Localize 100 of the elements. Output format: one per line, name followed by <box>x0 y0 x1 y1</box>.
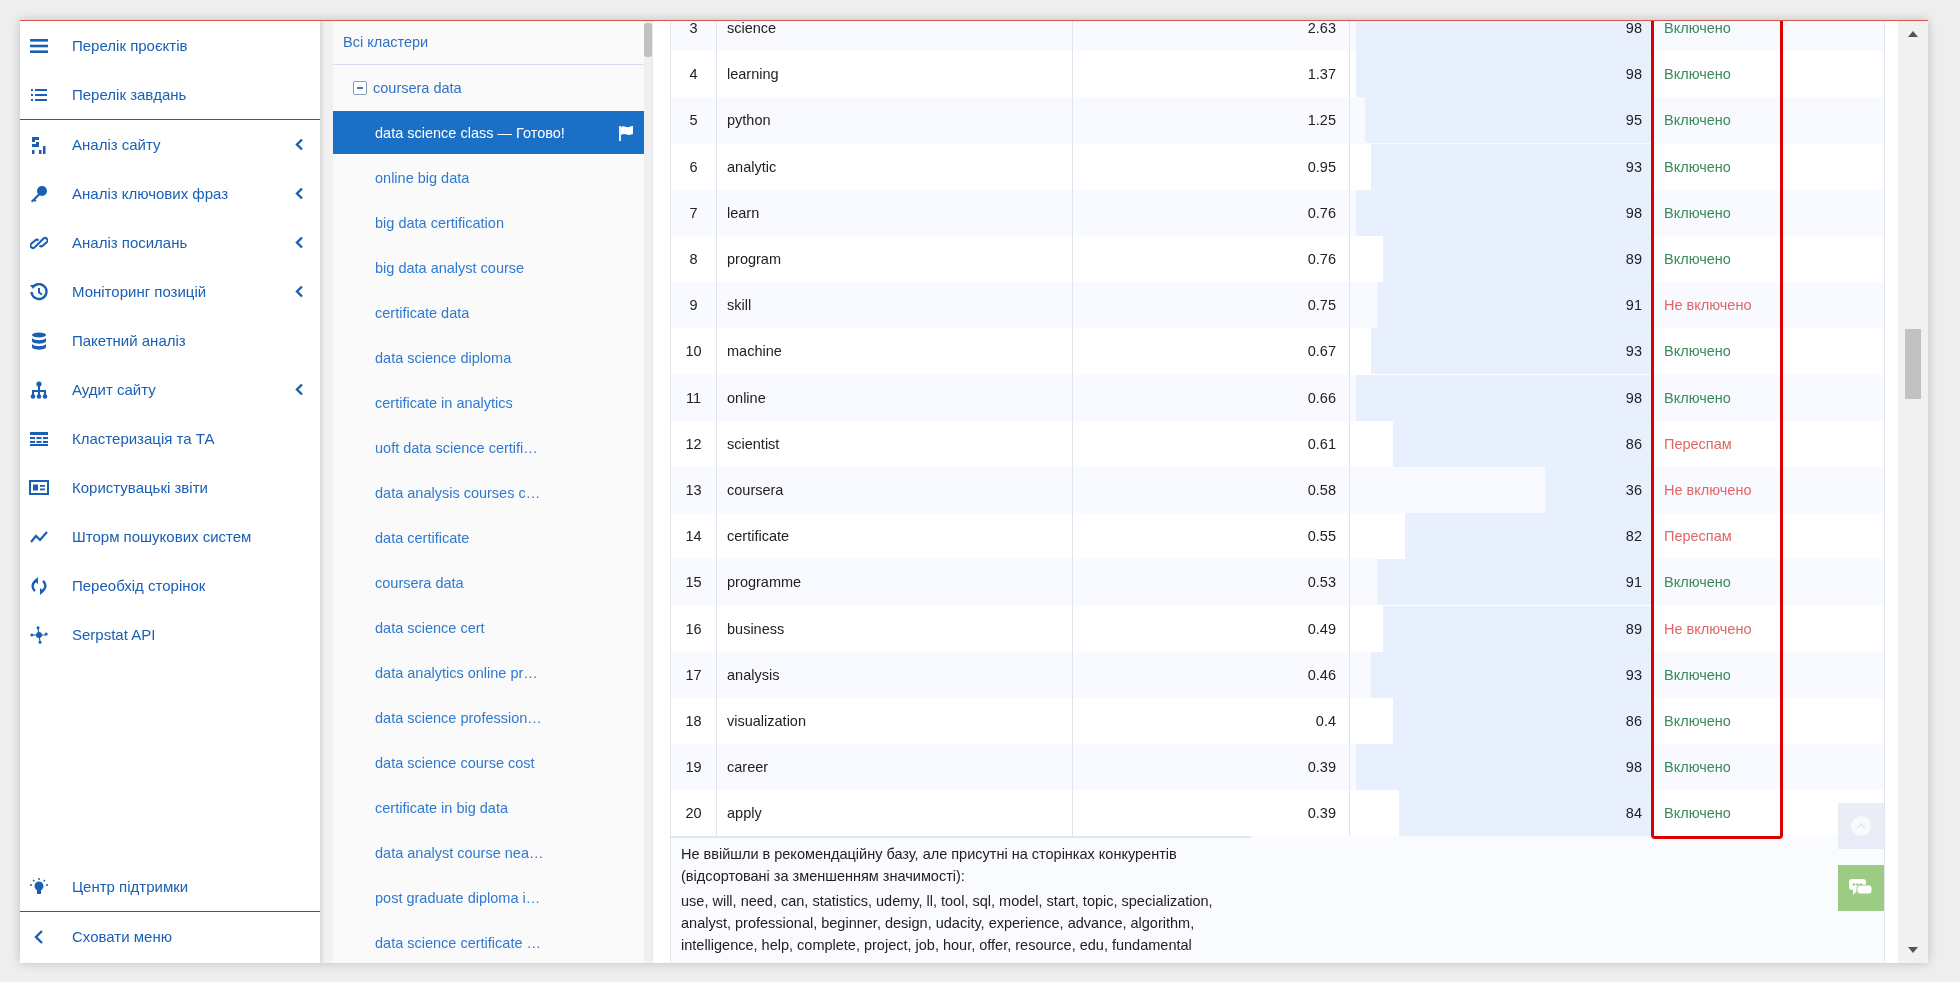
scrollbar[interactable] <box>644 21 652 963</box>
cluster-item[interactable]: data science diploma <box>333 335 644 380</box>
table-cell-text: 98 <box>1625 759 1643 776</box>
table-cell: 0.46 <box>1072 651 1350 698</box>
chevron-left-icon <box>295 236 304 249</box>
nav-item[interactable]: Перелік завдань <box>20 70 320 119</box>
table-icon <box>29 431 49 446</box>
row-number: 13 <box>671 466 717 514</box>
table-cell: certificate <box>716 513 1073 560</box>
arrow-down-icon[interactable] <box>1908 947 1918 953</box>
nav-item[interactable]: Моніторинг позицій <box>20 267 320 316</box>
nav-item[interactable]: Перелік проєктів <box>20 21 320 70</box>
table-cell-text: 84 <box>1625 805 1643 822</box>
chevron-left-icon <box>295 138 304 151</box>
table-cell: learning <box>716 51 1073 98</box>
row-number: 16 <box>671 605 717 652</box>
cluster-item[interactable]: data analysis courses c… <box>333 470 644 515</box>
table-cell-text: 89 <box>1625 251 1643 268</box>
chat-button[interactable] <box>1838 865 1884 911</box>
table-cell-text: 93 <box>1625 158 1643 175</box>
cluster-item[interactable]: data science class — Готово! <box>333 111 644 154</box>
cluster-item[interactable]: certificate in big data <box>333 785 644 830</box>
status-label: Включено <box>1654 790 1776 837</box>
table-cell-text: 93 <box>1625 343 1643 360</box>
cluster-item[interactable]: post graduate diploma i… <box>333 875 644 920</box>
table-cell: coursera <box>716 466 1073 514</box>
row-number: 15 <box>671 559 717 606</box>
cluster-item[interactable]: data analyst course nea… <box>333 830 644 875</box>
nav-item[interactable]: Переобхід сторінок <box>20 561 320 610</box>
menu-icon <box>29 38 49 53</box>
row-number: 17 <box>671 651 717 698</box>
cluster-item[interactable]: data science profession… <box>333 695 644 740</box>
cluster-item[interactable]: data science course cost <box>333 740 644 785</box>
nav-item[interactable]: Центр підтримки <box>20 862 320 911</box>
nav-item[interactable]: Аналіз посилань <box>20 218 320 267</box>
cluster-item[interactable]: data analytics online pr… <box>333 650 644 695</box>
table-cell-text: 86 <box>1625 712 1643 729</box>
status-label: Переспам <box>1654 513 1776 560</box>
scrollbar[interactable] <box>1898 21 1928 963</box>
table-cell-text: 86 <box>1625 435 1643 452</box>
cluster-item[interactable]: big data analyst course <box>333 245 644 290</box>
cluster-item[interactable]: coursera data <box>333 560 644 605</box>
table-cell: visualization <box>716 697 1073 744</box>
table-cell: 2.63 <box>1072 21 1350 52</box>
cluster-item[interactable]: certificate in analytics <box>333 380 644 425</box>
nav-item[interactable]: Кластеризація та ТА <box>20 414 320 463</box>
scroll-top-button[interactable] <box>1838 803 1884 849</box>
nav-item[interactable]: Serpstat API <box>20 610 320 659</box>
flag-icon[interactable] <box>618 124 634 141</box>
cluster-item[interactable]: data science cert <box>333 605 644 650</box>
scrollbar-thumb[interactable] <box>1905 329 1921 399</box>
nav-item[interactable]: Аналіз ключових фраз <box>20 169 320 218</box>
status-label: Включено <box>1654 189 1776 236</box>
table-cell-text: 82 <box>1625 528 1643 545</box>
nav-item[interactable]: Користувацькі звіти <box>20 463 320 512</box>
table-cell: 0.61 <box>1072 420 1350 467</box>
table-cell-text: 98 <box>1625 66 1643 83</box>
table-cell: online <box>716 374 1073 421</box>
chevron-left-icon <box>295 383 304 396</box>
nav-item[interactable]: Шторм пошукових систем <box>20 512 320 561</box>
table-cell-text: 98 <box>1625 204 1643 221</box>
table-cell: 0.58 <box>1072 466 1350 514</box>
nav-item[interactable]: Аудит сайту <box>20 365 320 414</box>
table-cell: 0.39 <box>1072 744 1350 791</box>
cluster-item[interactable]: certificate data <box>333 290 644 335</box>
status-label: Включено <box>1654 651 1776 698</box>
collapse-icon[interactable] <box>353 80 367 95</box>
table-cell: 0.66 <box>1072 374 1350 421</box>
cluster-item[interactable]: uoft data science certifi… <box>333 425 644 470</box>
cluster-item[interactable]: data science certificate … <box>333 920 644 963</box>
table-cell: program <box>716 235 1073 283</box>
table-cell-text: 98 <box>1625 389 1643 406</box>
table-cell-text: 95 <box>1625 112 1643 129</box>
database-icon <box>29 331 49 350</box>
row-number: 7 <box>671 189 717 236</box>
cluster-item[interactable]: online big data <box>333 155 644 200</box>
row-number: 5 <box>671 97 717 144</box>
nav-item[interactable]: Аналіз сайту <box>20 120 320 169</box>
id-card-icon <box>29 480 49 495</box>
list-icon <box>29 88 49 101</box>
cluster-link[interactable]: coursera data <box>373 79 462 96</box>
row-number: 11 <box>671 374 717 421</box>
table-cell: skill <box>716 282 1073 329</box>
table-cell: 0.49 <box>1072 605 1350 652</box>
table-cell: analysis <box>716 651 1073 698</box>
note-text: Не ввійшли в рекомендаційну базу, але присутні на сторінках конкурентів (відсортовані за зменшенням значимості): <box>681 845 1178 887</box>
nav-item[interactable]: Пакетний аналіз <box>20 316 320 365</box>
cluster-item[interactable]: big data certification <box>333 200 644 245</box>
table-cell: 0.75 <box>1072 282 1350 329</box>
scrollbar-thumb[interactable] <box>644 23 652 57</box>
table-cell-text: 91 <box>1625 297 1643 314</box>
cluster-item[interactable]: data certificate <box>333 515 644 560</box>
arrow-up-icon[interactable] <box>1908 31 1918 37</box>
status-label: Включено <box>1654 559 1776 606</box>
chevron-left-icon <box>295 187 304 200</box>
status-label: Включено <box>1654 97 1776 144</box>
row-number: 19 <box>671 744 717 791</box>
row-number: 10 <box>671 328 717 375</box>
table-cell: scientist <box>716 420 1073 467</box>
nav-item[interactable]: Сховати меню <box>20 912 320 961</box>
